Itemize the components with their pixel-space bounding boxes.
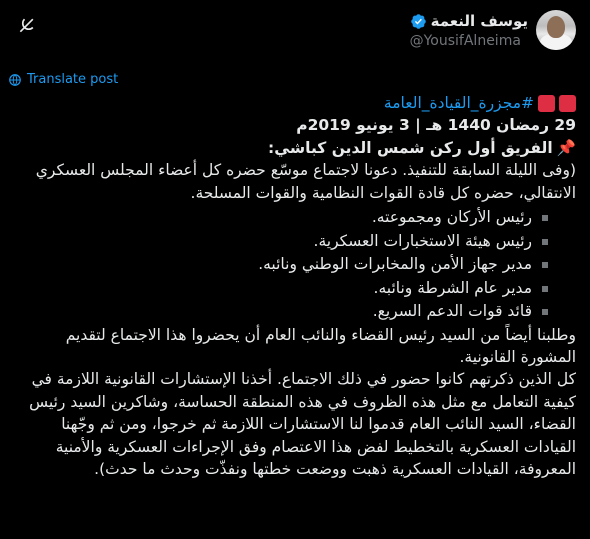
list-item: مدير عام الشرطة ونائبه. <box>14 277 548 301</box>
speaker-line: الفريق أول ركن شمس الدين كباشي: <box>268 138 553 157</box>
grok-icon[interactable] <box>16 14 38 36</box>
translate-label: Translate post <box>27 72 119 87</box>
list-item: قائد قوات الدعم السريع. <box>14 300 548 324</box>
author-block: يوسف النعمة @YousifAlneima <box>410 10 576 50</box>
author-names: يوسف النعمة @YousifAlneima <box>410 12 528 49</box>
translate-globe-icon <box>9 73 21 86</box>
avatar-face <box>547 16 565 38</box>
date-line: 29 رمضان 1440 هـ | 3 يونيو 2019م <box>296 116 576 135</box>
paragraph-3: كل الذين ذكرتهم كانوا حضور في ذلك الاجتم… <box>29 370 576 478</box>
pushpin-icon: 📌 <box>556 138 576 157</box>
paragraph-2: وطلبنا أيضاً من السيد رئيس القضاء والنائ… <box>65 325 576 366</box>
avatar[interactable] <box>536 10 576 50</box>
translate-post-link[interactable]: Translate post <box>8 72 118 87</box>
author-handle[interactable]: @YousifAlneima <box>410 33 521 49</box>
list-item: مدير جهاز الأمن والمخابرات الوطني ونائبه… <box>14 253 548 277</box>
attendees-list: رئيس الأركان ومجموعته. رئيس هيئة الاستخب… <box>14 206 576 324</box>
list-item: رئيس هيئة الاستخبارات العسكرية. <box>14 230 548 254</box>
post-header: يوسف النعمة @YousifAlneima <box>0 0 590 64</box>
list-item: رئيس الأركان ومجموعته. <box>14 206 548 230</box>
author-display-name[interactable]: يوسف النعمة <box>431 12 528 30</box>
paragraph-1: (وفى الليلة السابقة للتنفيذ. دعونا لاجتم… <box>35 161 576 202</box>
display-name-row: يوسف النعمة <box>410 12 528 30</box>
speaker-line-row: 📌الفريق أول ركن شمس الدين كباشي: <box>14 137 576 159</box>
red-square-emoji <box>559 94 576 112</box>
post-text: #مجزرة_القيادة_العامة 29 رمضان 1440 هـ |… <box>14 92 576 480</box>
hashtag-link[interactable]: #مجزرة_القيادة_العامة <box>384 92 534 114</box>
hashtag-line: #مجزرة_القيادة_العامة <box>14 92 576 114</box>
red-square-emoji <box>538 94 555 112</box>
verified-badge-icon <box>410 13 426 29</box>
